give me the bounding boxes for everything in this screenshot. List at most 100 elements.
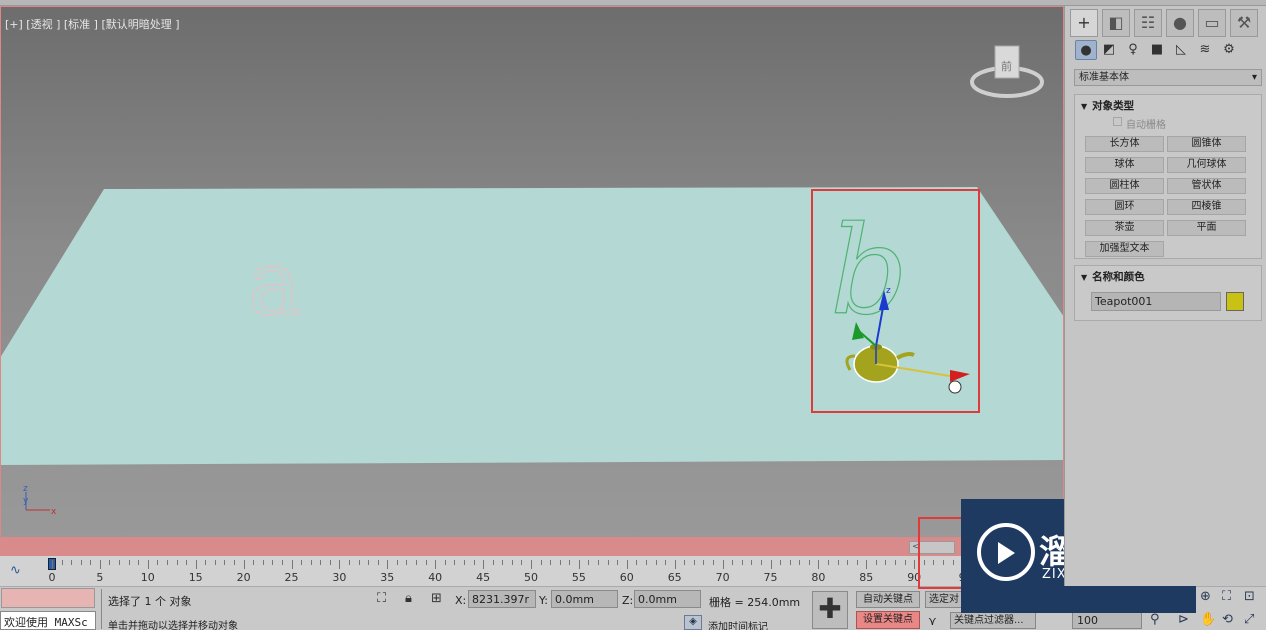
frame-tick <box>837 560 839 565</box>
autogrid-checkbox[interactable] <box>1113 117 1122 126</box>
geometry-icon[interactable]: ● <box>1075 40 1097 60</box>
z-coordinate-field[interactable]: 0.0mm <box>634 590 701 608</box>
zoom-extents-icon[interactable]: ⛶ <box>1222 589 1231 604</box>
cone-button[interactable]: 圆锥体 <box>1167 136 1246 152</box>
frame-tick-label: 75 <box>763 571 778 584</box>
frame-tick <box>655 560 657 565</box>
frame-tick <box>119 560 121 565</box>
object-color-swatch[interactable] <box>1226 292 1244 311</box>
autogrid-label: 自动栅格 <box>1126 120 1166 131</box>
frame-tick <box>789 560 791 565</box>
frame-tick <box>713 560 715 565</box>
frame-tick-label: 25 <box>284 571 299 584</box>
frame-tick <box>550 560 552 565</box>
viewport-label[interactable]: [+] [透视 ] [标准 ] [默认明暗处理 ] <box>5 16 180 32</box>
set-key-plus-button[interactable]: ✚ <box>812 591 848 629</box>
x-coordinate-field[interactable]: 8231.397r <box>468 590 536 608</box>
field-of-view-icon[interactable]: ⊳ <box>1178 612 1189 627</box>
orbit-icon[interactable]: ⟲ <box>1222 612 1233 627</box>
frame-tick <box>109 560 111 565</box>
lock-icon[interactable]: 🔒︎ <box>405 591 412 606</box>
svg-text:前: 前 <box>1001 59 1012 73</box>
tube-button[interactable]: 管状体 <box>1167 178 1246 194</box>
zoom-all-icon[interactable]: ⊕ <box>1200 589 1211 604</box>
plane-button[interactable]: 平面 <box>1167 220 1246 236</box>
frame-tick <box>674 560 676 569</box>
modify-tab-icon[interactable]: ◧ <box>1102 9 1130 37</box>
category-dropdown[interactable]: 标准基本体 ▾ <box>1074 69 1262 86</box>
frame-tick-label: 0 <box>48 571 56 584</box>
frame-tick-label: 40 <box>428 571 443 584</box>
frame-tick <box>502 560 504 565</box>
object-type-header[interactable]: ▼ 对象类型 <box>1081 98 1134 113</box>
selected-set-dropdown[interactable]: 选定对 <box>925 591 965 608</box>
create-tab-icon[interactable]: + <box>1070 9 1098 37</box>
pyramid-button[interactable]: 四棱锥 <box>1167 199 1246 215</box>
frame-tick-label: 55 <box>571 571 586 584</box>
key-filters-button[interactable]: 关键点过滤器... <box>950 612 1036 629</box>
box-button[interactable]: 长方体 <box>1085 136 1164 152</box>
torus-button[interactable]: 圆环 <box>1085 199 1164 215</box>
set-key-button[interactable]: 设置关键点 <box>856 611 920 629</box>
frame-tick <box>80 560 82 565</box>
zoom-extents-all-icon[interactable]: ⊡ <box>1244 589 1255 604</box>
cylinder-button[interactable]: 圆柱体 <box>1085 178 1164 194</box>
frame-tick <box>435 560 437 569</box>
frame-tick <box>588 560 590 565</box>
shapes-icon[interactable]: ◩ <box>1098 40 1120 60</box>
object-type-rollout: ▼ 对象类型 自动栅格 长方体 圆锥体 球体 几何球体 圆柱体 管状体 圆环 四棱… <box>1074 94 1262 259</box>
geosphere-button[interactable]: 几何球体 <box>1167 157 1246 173</box>
frame-tick <box>665 560 667 565</box>
space-warps-icon[interactable]: ≋ <box>1194 40 1216 60</box>
utilities-tab-icon[interactable]: ⚒ <box>1230 9 1258 37</box>
frame-tick <box>885 560 887 565</box>
maxscript-mini-listener[interactable]: 欢迎使用 MAXSc <box>0 611 96 630</box>
auto-key-button[interactable]: 自动关键点 <box>856 591 920 608</box>
y-label: Y: <box>539 594 548 607</box>
teapot-button[interactable]: 茶壶 <box>1085 220 1164 236</box>
cameras-icon[interactable]: ■ <box>1146 40 1168 60</box>
frame-tick <box>301 560 303 565</box>
time-tag-icon[interactable]: ◈ <box>684 615 702 630</box>
frame-tick <box>176 560 178 565</box>
highlight-box-timeline <box>918 517 963 589</box>
maximize-viewport-icon[interactable]: ⤢ <box>1244 612 1254 627</box>
display-tab-icon[interactable]: ▭ <box>1198 9 1226 37</box>
text-plus-button[interactable]: 加强型文本 <box>1085 241 1164 257</box>
frame-tick <box>751 560 753 565</box>
perspective-viewport[interactable]: a b z 前 z y x [+] [透视] [标准] [默认明暗处理] <box>0 6 1064 538</box>
zoom-icon[interactable]: ⚲ <box>1150 612 1160 627</box>
absolute-mode-icon[interactable]: ⊞ <box>431 591 442 606</box>
frame-tick <box>310 560 312 565</box>
frame-tick-label: 15 <box>188 571 203 584</box>
frame-tick <box>71 560 73 565</box>
frame-tick <box>808 560 810 565</box>
text-shape-a[interactable]: a <box>247 230 302 336</box>
lights-icon[interactable]: ♀ <box>1122 40 1144 60</box>
systems-icon[interactable]: ⚙ <box>1218 40 1240 60</box>
selection-lock-icon[interactable]: ⛶ <box>377 591 386 606</box>
motion-tab-icon[interactable]: ● <box>1166 9 1194 37</box>
current-frame-field[interactable]: 100 <box>1072 612 1142 629</box>
helpers-icon[interactable]: ◺ <box>1170 40 1192 60</box>
key-filter-icon[interactable]: ⋎ <box>928 614 937 628</box>
time-slider[interactable]: < <box>0 538 1064 556</box>
frame-tick <box>425 560 427 565</box>
object-name-field[interactable]: Teapot001 <box>1091 292 1221 311</box>
frame-tick <box>703 560 705 565</box>
frame-tick-label: 20 <box>236 571 251 584</box>
hierarchy-tab-icon[interactable]: ☷ <box>1134 9 1162 37</box>
text-shape-b[interactable]: b <box>829 199 908 342</box>
frame-tick <box>52 560 53 569</box>
track-bar[interactable]: ∿ 0510152025303540455055606570758085909 <box>0 556 1064 586</box>
sphere-button[interactable]: 球体 <box>1085 157 1164 173</box>
pan-icon[interactable]: ✋ <box>1200 612 1216 627</box>
name-and-color-header[interactable]: ▼ 名称和颜色 <box>1081 269 1145 284</box>
svg-text:x: x <box>51 507 57 517</box>
maxscript-listener-input[interactable] <box>1 588 95 608</box>
y-coordinate-field[interactable]: 0.0mm <box>551 590 618 608</box>
curve-editor-icon[interactable]: ∿ <box>10 563 21 578</box>
viewcube[interactable]: 前 <box>970 45 1044 98</box>
add-time-tag[interactable]: 添加时间标记 <box>708 618 768 630</box>
frame-tick <box>377 560 379 565</box>
